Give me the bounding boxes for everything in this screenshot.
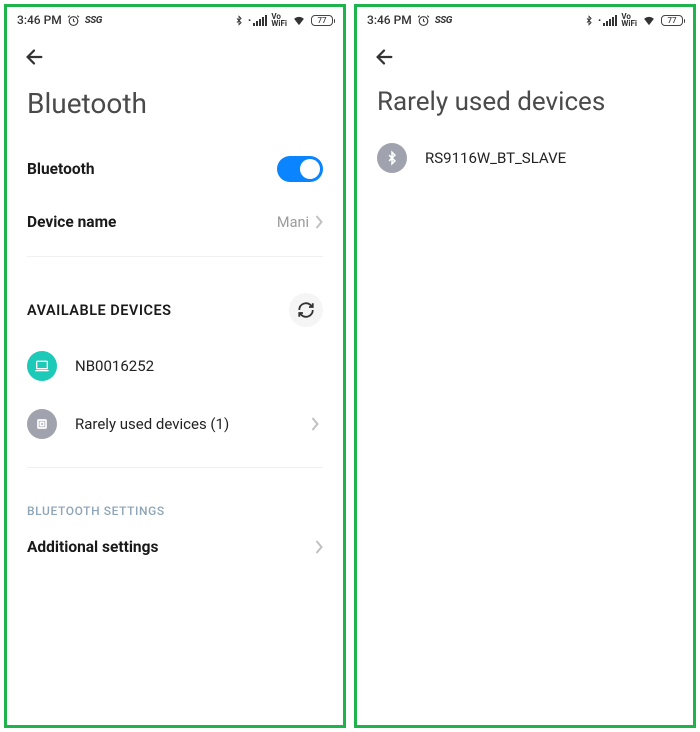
device-row-nb0016252[interactable]: NB0016252: [7, 337, 343, 395]
nav-bar: [357, 33, 693, 81]
laptop-icon: [27, 351, 57, 381]
status-time: 3:46 PM: [17, 13, 62, 27]
additional-settings-row[interactable]: Additional settings: [7, 524, 343, 570]
status-bar: 3:46 PM SSG . VoWiFi 77: [357, 7, 693, 33]
alarm-icon: [67, 14, 80, 27]
wifi-icon: [641, 14, 657, 27]
status-time: 3:46 PM: [367, 13, 412, 27]
bluetooth-toggle-label: Bluetooth: [27, 160, 95, 178]
chevron-right-icon: [315, 215, 323, 229]
refresh-icon: [297, 301, 315, 319]
devices-icon: [27, 409, 57, 439]
back-button[interactable]: [373, 46, 395, 68]
divider: [27, 467, 323, 468]
page-title: Bluetooth: [7, 81, 343, 142]
signal-icon: [253, 15, 267, 26]
signal-dot: .: [598, 10, 601, 24]
alarm-icon: [417, 14, 430, 27]
bluetooth-settings-label: BLUETOOTH SETTINGS: [7, 476, 343, 524]
refresh-button[interactable]: [289, 293, 323, 327]
status-bar: 3:46 PM SSG . VoWiFi 77: [7, 7, 343, 33]
additional-settings-label: Additional settings: [27, 538, 158, 556]
phone-screen-rarely-used: 3:46 PM SSG . VoWiFi 77 Rarely used devi…: [354, 4, 696, 728]
available-devices-header: AVAILABLE DEVICES: [7, 265, 343, 337]
vowifi-icon: VoWiFi: [621, 13, 637, 27]
wifi-icon: [291, 14, 307, 27]
divider: [27, 256, 323, 257]
device-name: NB0016252: [75, 357, 323, 375]
vowifi-icon: VoWiFi: [271, 13, 287, 27]
device-row-rs9116w[interactable]: RS9116W_BT_SLAVE: [357, 139, 693, 187]
device-name-label: Device name: [27, 213, 116, 231]
device-name-row[interactable]: Device name Mani: [7, 196, 343, 248]
status-right: . VoWiFi 77: [584, 10, 683, 30]
chevron-right-icon: [315, 540, 323, 554]
device-name-value: Mani: [277, 214, 309, 231]
rarely-used-devices-row[interactable]: Rarely used devices (1): [7, 395, 343, 453]
bluetooth-toggle-switch[interactable]: [277, 156, 323, 182]
available-devices-label: AVAILABLE DEVICES: [27, 302, 172, 319]
signal-dot: .: [248, 10, 251, 24]
rarely-used-label: Rarely used devices (1): [75, 415, 293, 433]
device-name: RS9116W_BT_SLAVE: [425, 149, 673, 167]
status-ssg: SSG: [85, 15, 102, 26]
status-left: 3:46 PM SSG: [367, 13, 452, 27]
battery-icon: 77: [661, 15, 683, 26]
phone-screen-bluetooth: 3:46 PM SSG . VoWiFi 77 Bluetooth Blueto…: [4, 4, 346, 728]
page-title: Rarely used devices: [357, 81, 693, 139]
bluetooth-icon: [234, 14, 244, 27]
status-left: 3:46 PM SSG: [17, 13, 102, 27]
status-ssg: SSG: [435, 15, 452, 26]
nav-bar: [7, 33, 343, 81]
status-right: . VoWiFi 77: [234, 10, 333, 30]
bluetooth-toggle-row[interactable]: Bluetooth: [7, 142, 343, 196]
back-button[interactable]: [23, 46, 45, 68]
signal-icon: [603, 15, 617, 26]
battery-icon: 77: [311, 15, 333, 26]
chevron-right-icon: [311, 417, 323, 431]
bluetooth-device-icon: [377, 143, 407, 173]
bluetooth-icon: [584, 14, 594, 27]
